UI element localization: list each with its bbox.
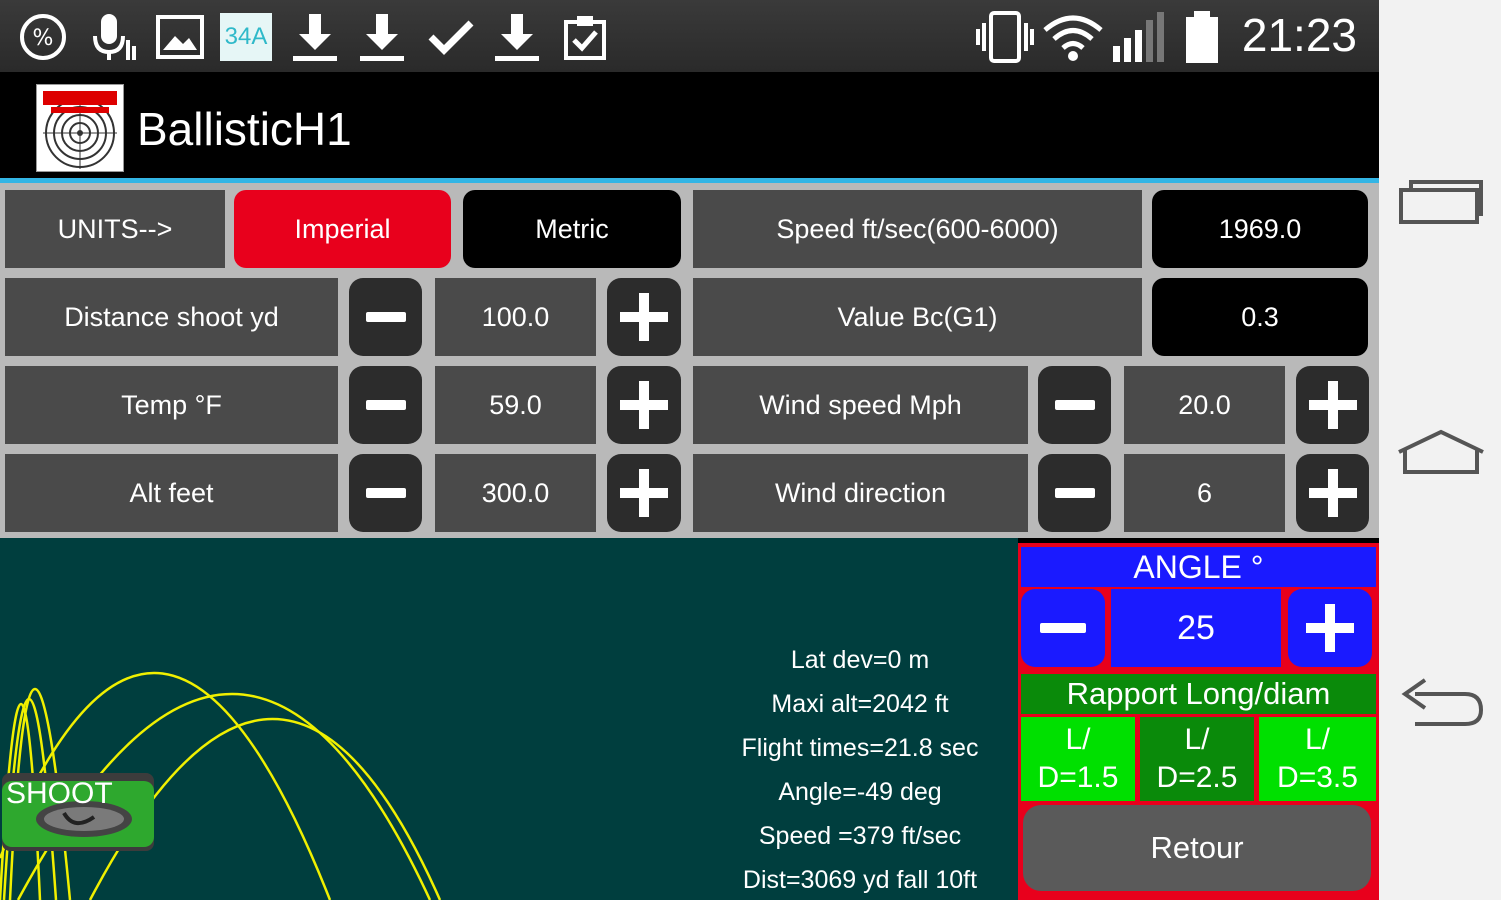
wind-speed-label: Wind speed Mph bbox=[693, 366, 1028, 444]
clock: 21:23 bbox=[1241, 9, 1357, 61]
shoot-button[interactable]: SHOOT bbox=[2, 773, 154, 851]
svg-text:%: % bbox=[33, 26, 54, 51]
dist-result-text: Dist=3069 yd fall 10ft bbox=[742, 866, 978, 894]
ld-line2: D=1.5 bbox=[1037, 761, 1119, 794]
wind-speed-value: 20.0 bbox=[1124, 366, 1285, 444]
plus-icon bbox=[1308, 469, 1357, 517]
temp-plus-button[interactable] bbox=[607, 366, 681, 444]
ld-line2: D=2.5 bbox=[1156, 761, 1238, 794]
recent-apps-icon[interactable] bbox=[1397, 176, 1485, 228]
wind-direction-value: 6 bbox=[1124, 454, 1285, 532]
trajectory-graph: Lat dev=0 m Maxi alt=2042 ft Flight time… bbox=[0, 538, 1018, 900]
ld-line2: D=3.5 bbox=[1277, 761, 1358, 794]
plus-icon bbox=[1306, 604, 1354, 652]
angle-result-text: Angle=-49 deg bbox=[778, 778, 942, 806]
34a-icon: 34A bbox=[220, 13, 272, 61]
ld-line1: L/ bbox=[1304, 723, 1331, 756]
signal-icon bbox=[1110, 10, 1168, 64]
metric-button[interactable]: Metric bbox=[463, 190, 681, 268]
shoot-label: SHOOT bbox=[6, 777, 113, 810]
minus-icon bbox=[365, 488, 406, 498]
retour-button[interactable]: Retour bbox=[1023, 805, 1371, 891]
speed-result-text: Speed =379 ft/sec bbox=[758, 822, 962, 850]
vibrate-icon bbox=[975, 10, 1035, 64]
check-icon bbox=[424, 10, 478, 64]
bc-label: Value Bc(G1) bbox=[693, 278, 1142, 356]
clipboard-check-icon bbox=[558, 10, 612, 64]
imperial-button[interactable]: Imperial bbox=[234, 190, 451, 268]
status-bar: % 34A 21:23 bbox=[0, 0, 1379, 72]
ld-2-5-button[interactable]: L/ D=2.5 bbox=[1140, 717, 1254, 801]
alt-plus-button[interactable] bbox=[607, 454, 681, 532]
distance-label: Distance shoot yd bbox=[5, 278, 338, 356]
download-icon bbox=[288, 10, 342, 64]
download-icon bbox=[490, 10, 544, 64]
wind-speed-plus-button[interactable] bbox=[1296, 366, 1369, 444]
alt-minus-button[interactable] bbox=[349, 454, 422, 532]
download-icon bbox=[355, 10, 409, 64]
ld-3-5-button[interactable]: L/ D=3.5 bbox=[1259, 717, 1376, 801]
image-icon bbox=[153, 10, 207, 64]
percent-icon: % bbox=[16, 10, 70, 64]
angle-plus-button[interactable] bbox=[1288, 589, 1372, 667]
maxi-alt-text: Maxi alt=2042 ft bbox=[771, 690, 949, 718]
app-title: BallisticH1 bbox=[137, 103, 352, 155]
temp-minus-button[interactable] bbox=[349, 366, 422, 444]
distance-value: 100.0 bbox=[435, 278, 596, 356]
angle-panel: ANGLE ° 25 Rapport Long/diam L/ D=1.5 L/… bbox=[1018, 543, 1379, 900]
ld-line1: L/ bbox=[1065, 723, 1091, 756]
alt-value: 300.0 bbox=[435, 454, 596, 532]
plus-icon bbox=[620, 381, 668, 429]
plus-icon bbox=[1308, 381, 1357, 429]
ld-1-5-button[interactable]: L/ D=1.5 bbox=[1021, 717, 1135, 801]
minus-icon bbox=[365, 312, 406, 322]
angle-minus-button[interactable] bbox=[1021, 589, 1105, 667]
input-form: UNITS--> Imperial Metric Speed ft/sec(60… bbox=[0, 183, 1379, 538]
app-logo-icon bbox=[36, 84, 124, 172]
wind-direction-minus-button[interactable] bbox=[1038, 454, 1111, 532]
minus-icon bbox=[1040, 623, 1086, 633]
mic-icon bbox=[86, 10, 140, 64]
temp-value: 59.0 bbox=[435, 366, 596, 444]
speed-label: Speed ft/sec(600-6000) bbox=[693, 190, 1142, 268]
wind-direction-plus-button[interactable] bbox=[1296, 454, 1369, 532]
results-panel: Lat dev=0 m Maxi alt=2042 ft Flight time… bbox=[700, 638, 1020, 900]
angle-value: 25 bbox=[1111, 589, 1281, 667]
units-label: UNITS--> bbox=[5, 190, 225, 268]
wifi-icon bbox=[1040, 10, 1106, 64]
minus-icon bbox=[1054, 400, 1095, 410]
action-bar: BallisticH1 bbox=[0, 72, 1379, 180]
distance-plus-button[interactable] bbox=[607, 278, 681, 356]
minus-icon bbox=[1054, 488, 1095, 498]
plus-icon bbox=[620, 293, 668, 341]
rapport-title: Rapport Long/diam bbox=[1021, 674, 1376, 714]
battery-icon bbox=[1180, 10, 1224, 64]
navigation-bar bbox=[1379, 0, 1501, 900]
bc-field[interactable]: 0.3 bbox=[1152, 278, 1368, 356]
speed-field[interactable]: 1969.0 bbox=[1152, 190, 1368, 268]
back-icon[interactable] bbox=[1399, 676, 1487, 732]
plus-icon bbox=[620, 469, 668, 517]
temp-label: Temp °F bbox=[5, 366, 338, 444]
distance-minus-button[interactable] bbox=[349, 278, 422, 356]
lat-dev-text: Lat dev=0 m bbox=[790, 646, 930, 674]
home-icon[interactable] bbox=[1395, 428, 1487, 478]
ld-line1: L/ bbox=[1184, 723, 1210, 756]
alt-label: Alt feet bbox=[5, 454, 338, 532]
wind-direction-label: Wind direction bbox=[693, 454, 1028, 532]
minus-icon bbox=[365, 400, 406, 410]
flight-times-text: Flight times=21.8 sec bbox=[741, 734, 979, 762]
wind-speed-minus-button[interactable] bbox=[1038, 366, 1111, 444]
angle-title: ANGLE ° bbox=[1021, 547, 1376, 587]
